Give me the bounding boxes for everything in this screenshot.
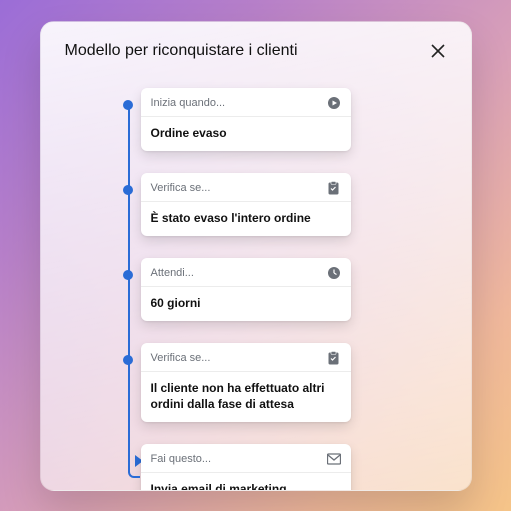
card-header: Inizia quando...	[141, 88, 351, 117]
connector-dot	[123, 270, 133, 280]
flow-rail	[128, 104, 130, 472]
workflow-modal: Modello per riconquistare i clienti Iniz…	[40, 21, 472, 491]
action-card[interactable]: Fai questo... Invia email di marketing	[141, 444, 351, 490]
card-header: Verifica se...	[141, 343, 351, 372]
card-header: Verifica se...	[141, 173, 351, 202]
clock-icon	[327, 266, 341, 280]
modal-title: Modello per riconquistare i clienti	[65, 42, 298, 60]
wait-card[interactable]: Attendi... 60 giorni	[141, 258, 351, 321]
card-type-label: Fai questo...	[151, 453, 212, 465]
workflow-flow: Inizia quando... Ordine evaso Verifica s…	[141, 88, 447, 491]
condition-card[interactable]: Verifica se... Il cliente non ha effettu…	[141, 343, 351, 422]
close-icon	[431, 44, 445, 58]
card-content: Il cliente non ha effettuato altri ordin…	[141, 372, 351, 422]
card-header: Attendi...	[141, 258, 351, 287]
connector-dot	[123, 185, 133, 195]
close-button[interactable]	[429, 42, 447, 60]
workflow-step: Verifica se... Il cliente non ha effettu…	[141, 343, 447, 422]
card-header: Fai questo...	[141, 444, 351, 473]
card-type-label: Inizia quando...	[151, 97, 226, 109]
flow-rail-elbow	[128, 466, 140, 478]
card-type-label: Verifica se...	[151, 182, 211, 194]
modal-header: Modello per riconquistare i clienti	[65, 42, 447, 60]
connector-dot	[123, 355, 133, 365]
trigger-card[interactable]: Inizia quando... Ordine evaso	[141, 88, 351, 151]
card-content: È stato evaso l'intero ordine	[141, 202, 351, 236]
clipboard-icon	[327, 351, 341, 365]
workflow-step: Verifica se... È stato evaso l'intero or…	[141, 173, 447, 236]
condition-card[interactable]: Verifica se... È stato evaso l'intero or…	[141, 173, 351, 236]
card-type-label: Attendi...	[151, 267, 194, 279]
card-type-label: Verifica se...	[151, 352, 211, 364]
workflow-step: Attendi... 60 giorni	[141, 258, 447, 321]
card-content: 60 giorni	[141, 287, 351, 321]
workflow-step: Inizia quando... Ordine evaso	[141, 88, 447, 151]
clipboard-icon	[327, 181, 341, 195]
play-icon	[327, 96, 341, 110]
card-content: Ordine evaso	[141, 117, 351, 151]
connector-dot	[123, 100, 133, 110]
card-content: Invia email di marketing	[141, 473, 351, 490]
workflow-step: Fai questo... Invia email di marketing	[141, 444, 447, 490]
mail-icon	[327, 452, 341, 466]
